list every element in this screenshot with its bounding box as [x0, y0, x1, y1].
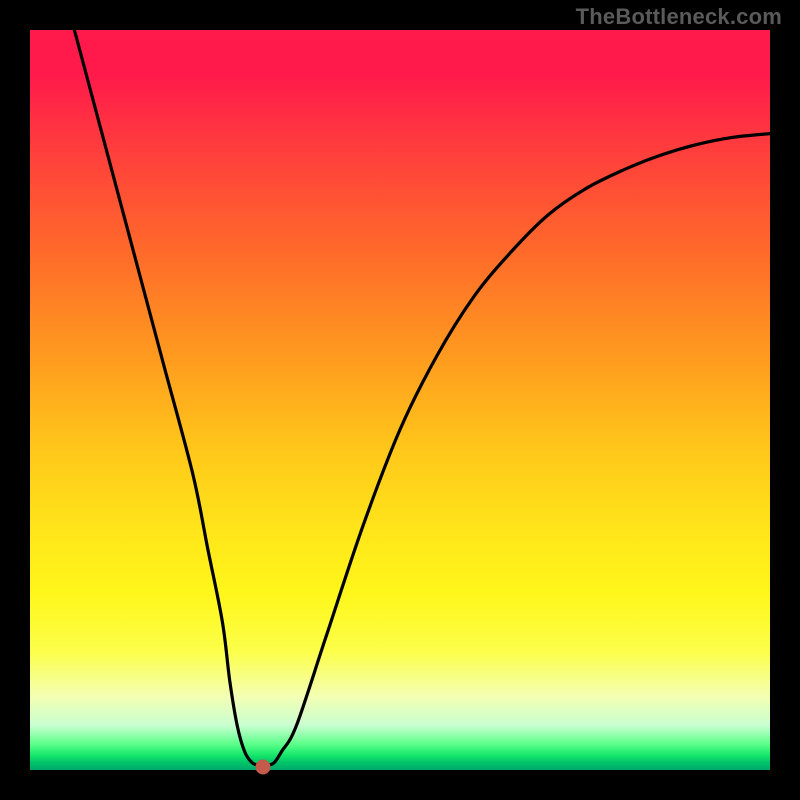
- plot-area: [30, 30, 770, 770]
- bottleneck-curve-svg: [30, 30, 770, 770]
- optimal-point-marker: [256, 760, 271, 775]
- chart-frame: TheBottleneck.com: [0, 0, 800, 800]
- watermark-text: TheBottleneck.com: [576, 4, 782, 30]
- bottleneck-curve: [74, 30, 770, 766]
